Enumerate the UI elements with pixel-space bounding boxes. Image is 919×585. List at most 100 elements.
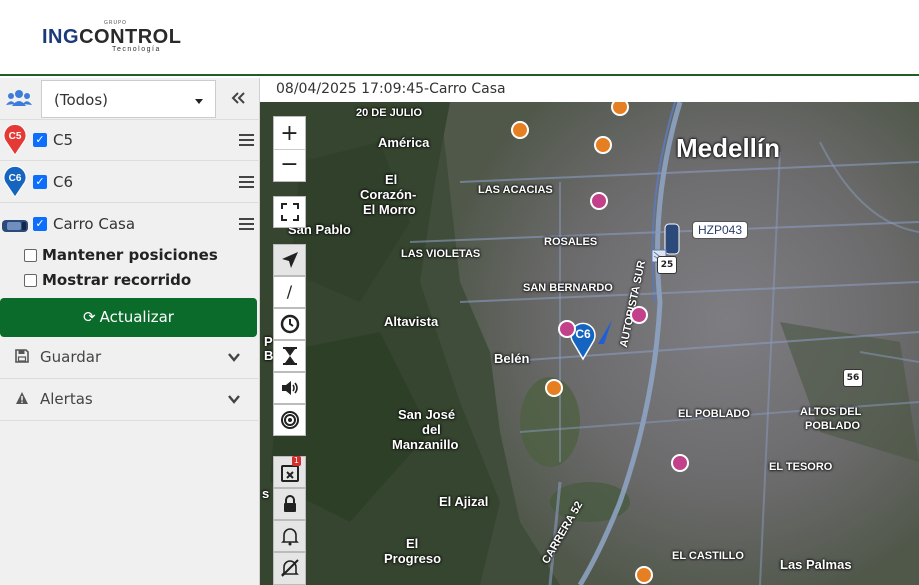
locate-button[interactable] <box>273 244 306 276</box>
vehicle-row-carro-casa[interactable]: ✓ Carro Casa <box>0 204 260 245</box>
map-label: El <box>385 172 398 187</box>
bell-icon <box>280 528 299 546</box>
zoom-in-button[interactable]: + <box>274 117 305 150</box>
map-label-city: Medellín <box>676 133 781 163</box>
map-label: LAS ACACIAS <box>478 184 553 196</box>
map-label: El <box>406 536 419 551</box>
logo-text-control: CONTROL <box>79 26 182 48</box>
map-label: El Ajizal <box>439 494 489 509</box>
map-label: ALTOS DEL <box>800 406 862 418</box>
poi-marker[interactable] <box>545 379 563 397</box>
accordion-label: Alertas <box>40 390 93 408</box>
vehicle-checkbox-c6[interactable]: ✓ <box>33 175 47 189</box>
satellite-map[interactable]: C6 <box>260 102 919 585</box>
vehicle-checkbox-carro-casa[interactable]: ✓ <box>33 217 47 231</box>
map-label: s <box>262 486 270 501</box>
map-view[interactable]: 08/04/2025 17:09:45-Carro Casa C6 20 DE … <box>260 78 919 585</box>
map-label: P <box>264 334 273 349</box>
users-icon[interactable] <box>6 86 32 112</box>
checkbox[interactable] <box>24 249 37 262</box>
navigation-arrow-icon <box>281 252 298 268</box>
notifications-button[interactable] <box>273 520 306 552</box>
group-select-value: (Todos) <box>54 91 109 109</box>
map-label: San José <box>398 407 456 422</box>
map-label: El Morro <box>363 202 416 217</box>
map-label: del <box>422 422 441 437</box>
map-label: 20 DE JULIO <box>356 107 423 119</box>
accordion-label: Guardar <box>40 348 102 366</box>
logo-subtitle: Tecnología <box>112 46 161 53</box>
poi-marker[interactable] <box>594 136 612 154</box>
target-icon <box>280 411 299 429</box>
lock-button[interactable] <box>273 488 306 520</box>
timer-button[interactable] <box>273 340 306 372</box>
sidebar-toolbar: (Todos) <box>0 78 260 120</box>
poi-marker[interactable] <box>511 121 529 139</box>
clock-icon <box>280 314 299 334</box>
poi-marker[interactable] <box>630 306 648 324</box>
svg-text:C6: C6 <box>575 327 591 341</box>
vehicle-row-c6[interactable]: C6 ✓ C6 <box>0 162 260 203</box>
map-label: POBLADO <box>805 420 860 432</box>
car-icon <box>2 220 28 232</box>
warning-icon <box>16 392 28 404</box>
poi-marker[interactable] <box>671 454 689 472</box>
group-select[interactable]: (Todos) <box>41 80 216 118</box>
map-label: Altavista <box>384 314 439 329</box>
calendar-x-icon <box>280 465 299 482</box>
vehicle-name: C5 <box>53 131 74 149</box>
map-label: América <box>378 135 430 150</box>
vehicle-plate-label[interactable]: HZP043 <box>692 221 749 239</box>
collapse-sidebar-button[interactable] <box>228 88 248 108</box>
lock-icon <box>283 495 296 512</box>
map-label: EL POBLADO <box>678 408 750 420</box>
caret-down-icon <box>195 99 203 104</box>
fullscreen-button[interactable] <box>273 196 306 228</box>
poi-marker[interactable] <box>590 192 608 210</box>
accordion-guardar[interactable]: Guardar <box>0 337 260 379</box>
line-tool-button[interactable]: / <box>273 276 306 308</box>
accordion-alertas[interactable]: Alertas <box>0 379 260 421</box>
double-chevron-left-icon <box>231 92 245 104</box>
option-label: Mantener posiciones <box>42 246 218 264</box>
calendar-alert-button[interactable]: 1 <box>273 456 306 488</box>
hamburger-menu-icon[interactable] <box>239 134 254 148</box>
volume-icon <box>281 381 298 395</box>
refresh-button[interactable]: ⟳ Actualizar <box>0 298 257 337</box>
map-label: Las Palmas <box>780 557 852 572</box>
hamburger-menu-icon[interactable] <box>239 218 254 232</box>
map-label: EL TESORO <box>769 461 833 473</box>
poi-marker[interactable] <box>558 320 576 338</box>
marker-c5-icon: C5 <box>3 124 27 156</box>
save-icon <box>15 349 29 363</box>
vehicle-name: Carro Casa <box>53 215 136 233</box>
hamburger-menu-icon[interactable] <box>239 176 254 190</box>
history-button[interactable] <box>273 308 306 340</box>
refresh-icon: ⟳ <box>83 308 96 326</box>
map-title: 08/04/2025 17:09:45-Carro Casa <box>260 78 919 102</box>
logo-text-ing: ING <box>42 26 80 48</box>
geofence-button[interactable] <box>273 404 306 436</box>
map-label: Progreso <box>384 551 442 566</box>
mute-notifications-button[interactable] <box>273 552 306 585</box>
road-shield: 56 <box>843 369 863 387</box>
option-label: Mostrar recorrido <box>42 271 192 289</box>
map-label: ROSALES <box>544 236 598 248</box>
zoom-control: + − <box>273 116 306 182</box>
alert-count-badge: 1 <box>291 456 301 466</box>
hourglass-icon <box>282 347 297 365</box>
vehicle-row-c5[interactable]: C5 ✓ C5 <box>0 120 260 161</box>
checkbox[interactable] <box>24 274 37 287</box>
chevron-down-icon <box>228 353 240 362</box>
ingcontrol-logo[interactable]: GRUPO INGCONTROL Tecnología <box>42 20 182 60</box>
sound-button[interactable] <box>273 372 306 404</box>
poi-marker[interactable] <box>635 566 653 584</box>
vehicle-checkbox-c5[interactable]: ✓ <box>33 133 47 147</box>
map-label: SAN BERNARDO <box>523 282 613 294</box>
map-label: Corazón- <box>360 187 417 202</box>
map-label: B <box>264 348 274 363</box>
svg-text:C5: C5 <box>9 131 22 142</box>
refresh-label: Actualizar <box>99 308 174 326</box>
zoom-out-button[interactable]: − <box>274 150 305 182</box>
map-label: Manzanillo <box>392 437 459 452</box>
